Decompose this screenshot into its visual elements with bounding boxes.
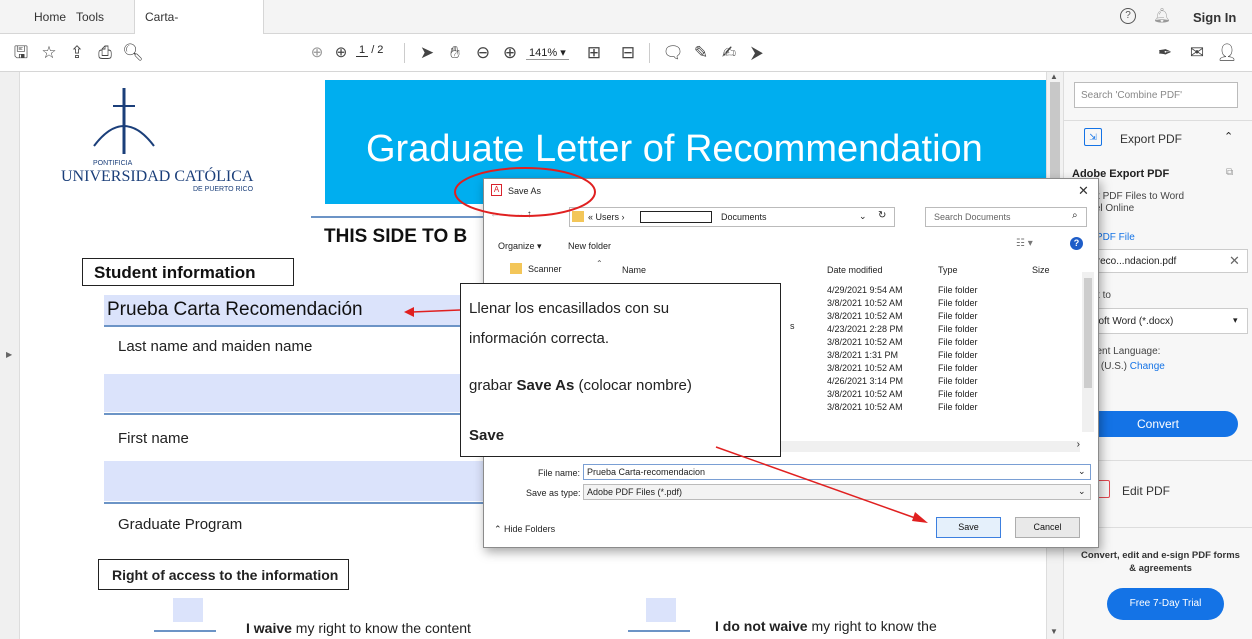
annotation-arrows <box>404 307 928 523</box>
